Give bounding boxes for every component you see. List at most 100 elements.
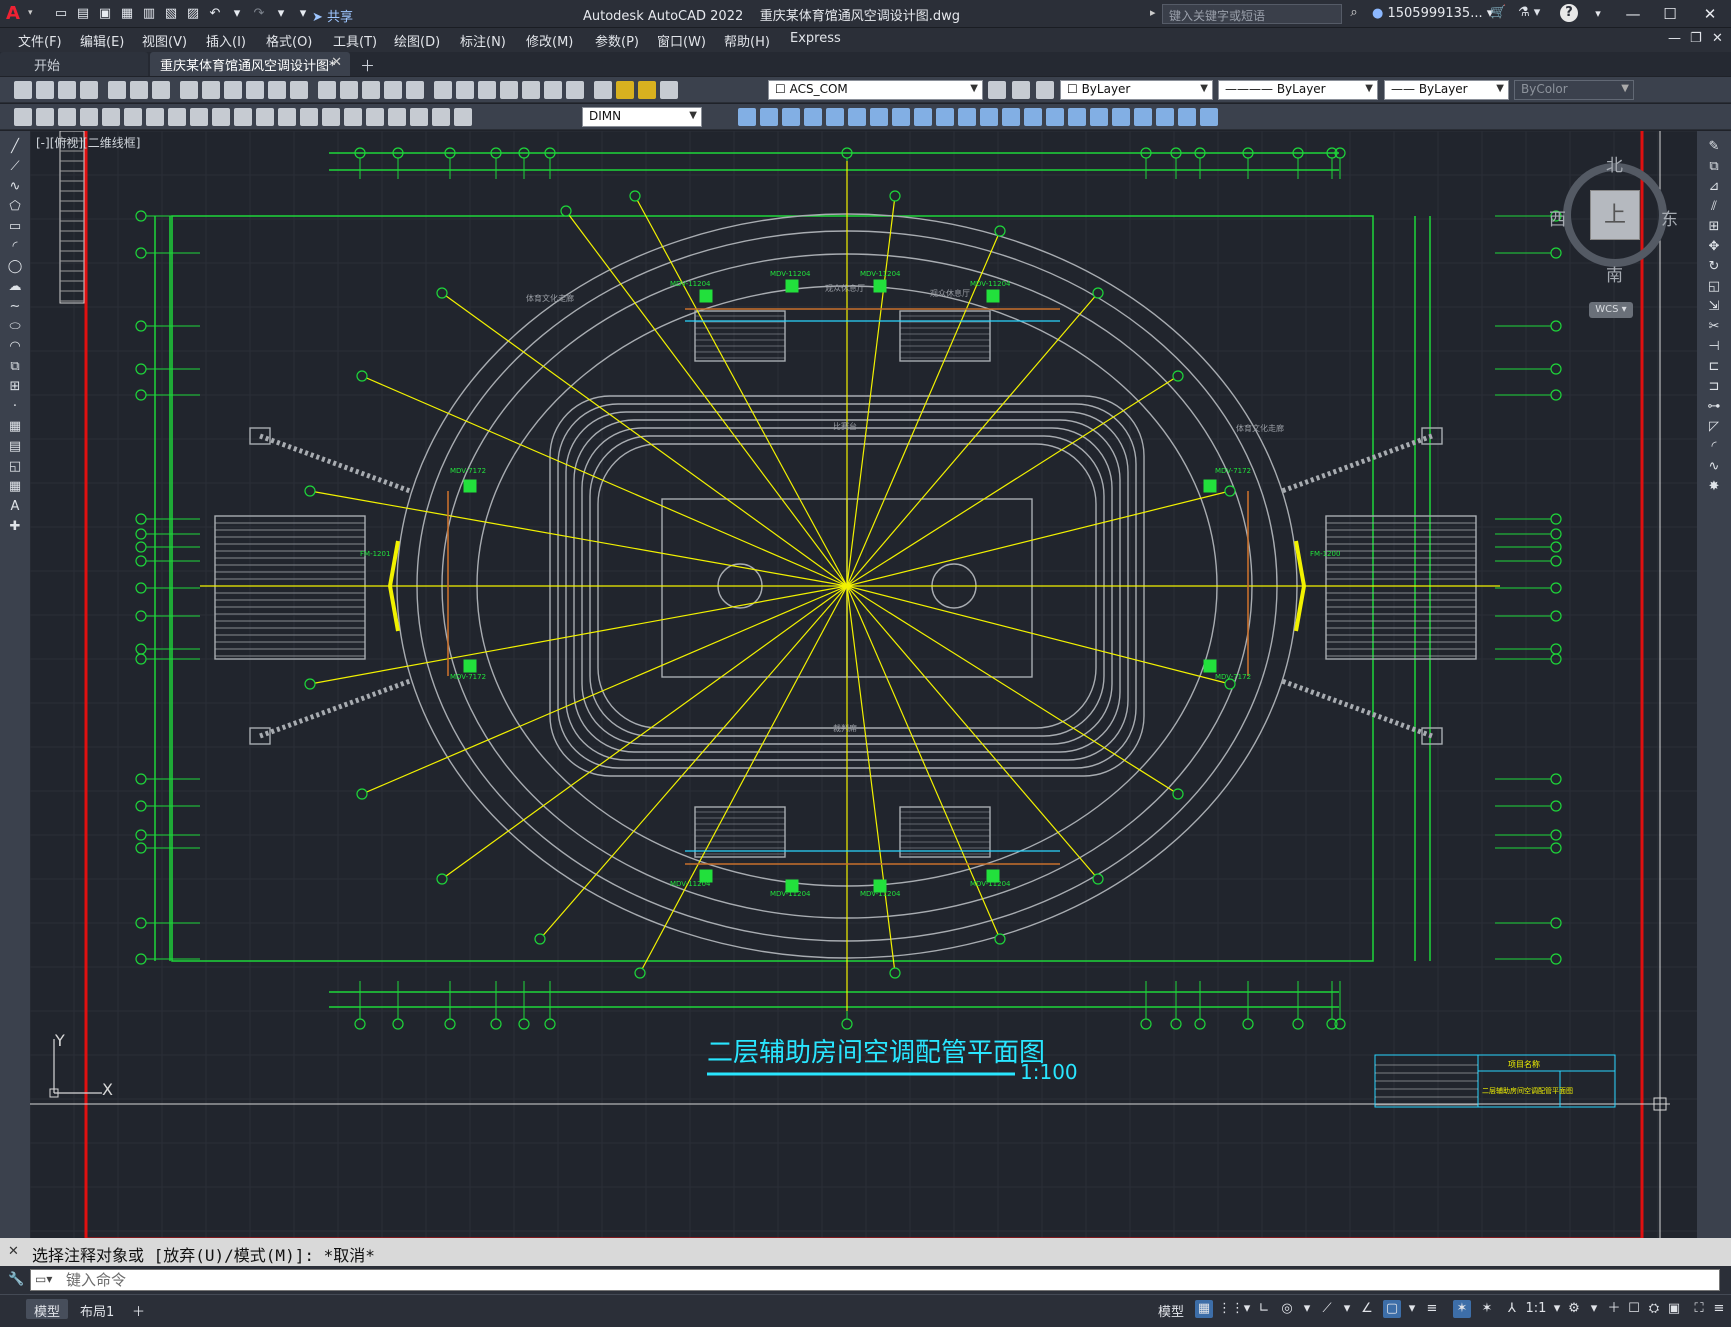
join-icon[interactable] xyxy=(1046,108,1064,126)
dim-angular-icon[interactable] xyxy=(190,108,208,126)
view-cube[interactable]: 上 北 南 西 东 xyxy=(1549,155,1678,286)
open-icon[interactable]: ▤ xyxy=(74,5,92,23)
close-command-icon[interactable]: ✕ xyxy=(8,1244,19,1259)
object-snap-icon[interactable]: ▢ xyxy=(1383,1300,1401,1318)
quickcalc-icon[interactable] xyxy=(544,81,562,99)
wcs-menu[interactable]: WCS ▾ xyxy=(1589,302,1633,318)
save-icon[interactable]: ▣ xyxy=(96,5,114,23)
dim-text-edit-icon[interactable] xyxy=(432,108,450,126)
save-web-icon[interactable]: ▧ xyxy=(162,5,180,23)
ellipse-icon[interactable]: ⬭ xyxy=(7,319,23,335)
close-tab-icon[interactable]: ✕ xyxy=(331,55,342,70)
new-icon[interactable]: ▭ xyxy=(52,5,70,23)
dim-update-icon[interactable] xyxy=(454,108,472,126)
menu-express[interactable]: Express xyxy=(790,31,841,46)
multiline-text-icon[interactable]: A xyxy=(7,499,23,515)
open-web-icon[interactable]: ▥ xyxy=(140,5,158,23)
tab-model[interactable]: 模型 xyxy=(26,1299,69,1320)
fillet-icon[interactable]: ◜ xyxy=(1706,439,1722,455)
redo-icon[interactable]: ↷ xyxy=(250,5,268,23)
insert-block-icon[interactable]: ⧉ xyxy=(7,359,23,375)
annotation-visibility-icon[interactable]: ✶ xyxy=(1453,1300,1471,1318)
layer-properties-icon[interactable] xyxy=(594,81,612,99)
dim-continue-icon[interactable] xyxy=(256,108,274,126)
command-prompt-icon[interactable]: ▭▾ xyxy=(35,1272,52,1286)
copy-icon[interactable] xyxy=(826,108,844,126)
view-cube-top-face[interactable]: 上 xyxy=(1590,190,1640,240)
workspace-icon[interactable]: ⚙ xyxy=(1565,1300,1583,1318)
quick-properties-icon[interactable]: ⛭ xyxy=(1645,1300,1663,1318)
search-expand-icon[interactable]: ▸ xyxy=(1150,6,1156,19)
break-icon[interactable]: ⊐ xyxy=(1706,379,1722,395)
dim-space-icon[interactable] xyxy=(278,108,296,126)
stretch-icon[interactable]: ⇲ xyxy=(1706,299,1722,315)
copy-icon[interactable] xyxy=(202,81,220,99)
doc-close-button[interactable]: ✕ xyxy=(1712,31,1723,46)
dim-ordinate-icon[interactable] xyxy=(102,108,120,126)
undo-icon[interactable] xyxy=(290,81,308,99)
make-block-icon[interactable]: ⊞ xyxy=(7,379,23,395)
dim-diameter-icon[interactable] xyxy=(168,108,186,126)
redo-dropdown-icon[interactable]: ▾ xyxy=(272,5,290,23)
isolate-objects-icon[interactable]: ▣ xyxy=(1665,1300,1683,1318)
mirror-icon[interactable]: ⊿ xyxy=(1706,179,1722,195)
dim-arc-icon[interactable] xyxy=(80,108,98,126)
menu-insert[interactable]: 插入(I) xyxy=(206,31,246,50)
chamfer-icon[interactable] xyxy=(1068,108,1086,126)
search-input[interactable]: 键入关键字或短语 xyxy=(1162,4,1342,24)
trim-icon[interactable] xyxy=(980,108,998,126)
viewport-controls[interactable]: [-][俯视][二维线框] xyxy=(36,134,140,151)
layer-freeze-icon[interactable] xyxy=(638,81,656,99)
polygon-icon[interactable]: ⬠ xyxy=(7,199,23,215)
design-center-icon[interactable] xyxy=(456,81,474,99)
inspect-icon[interactable] xyxy=(366,108,384,126)
cart-icon[interactable]: 🛒 xyxy=(1490,5,1506,20)
rectangle-icon[interactable]: ▭ xyxy=(7,219,23,235)
rotate-icon[interactable]: ↻ xyxy=(1706,259,1722,275)
center-mark-icon[interactable] xyxy=(344,108,362,126)
dim-jogged-icon[interactable] xyxy=(146,108,164,126)
tolerance-icon[interactable] xyxy=(322,108,340,126)
auto-scale-icon[interactable]: ✶ xyxy=(1478,1300,1496,1318)
explode-icon[interactable]: ✸ xyxy=(1706,479,1722,495)
offset-icon[interactable]: ⫽ xyxy=(1706,199,1722,215)
compass-east[interactable]: 东 xyxy=(1661,205,1678,230)
compass-south[interactable]: 南 xyxy=(1606,261,1623,286)
command-input[interactable] xyxy=(30,1269,1720,1291)
break-at-point-icon[interactable]: ⊏ xyxy=(1706,359,1722,375)
properties-icon[interactable] xyxy=(434,81,452,99)
zoom-previous-icon[interactable] xyxy=(406,81,424,99)
offset-icon[interactable] xyxy=(870,108,888,126)
layer-match-icon[interactable] xyxy=(988,81,1006,99)
menu-window[interactable]: 窗口(W) xyxy=(657,31,706,50)
new-tab-icon[interactable]: ＋ xyxy=(360,55,375,76)
polar-dropdown-icon[interactable]: ▾ xyxy=(1298,1300,1316,1318)
layer-previous-icon[interactable] xyxy=(1012,81,1030,99)
scale-dropdown-icon[interactable]: ▾ xyxy=(1548,1300,1566,1318)
annotation-monitor-icon[interactable]: ＋ xyxy=(1605,1300,1623,1318)
dim-linear-icon[interactable] xyxy=(36,108,54,126)
doc-minimize-button[interactable]: — xyxy=(1668,31,1681,46)
jogged-linear-icon[interactable] xyxy=(388,108,406,126)
publish-icon[interactable] xyxy=(130,81,148,99)
annotation-scale-icon[interactable]: ⅄ xyxy=(1503,1300,1521,1318)
group-icon[interactable] xyxy=(1134,108,1152,126)
drawing-canvas[interactable]: MDV-11204 MDV-11204 MDV-11204 MDV-11204 MDV-… xyxy=(30,131,1697,1238)
mirror-icon[interactable] xyxy=(848,108,866,126)
menu-parametric[interactable]: 参数(P) xyxy=(595,31,639,50)
add-layout-icon[interactable]: ＋ xyxy=(124,1299,153,1320)
save-as-icon[interactable]: ▦ xyxy=(118,5,136,23)
help-dropdown-icon[interactable]: ▾ xyxy=(1583,2,1613,26)
doc-restore-button[interactable]: ❐ xyxy=(1690,31,1702,46)
trim-icon[interactable]: ✂ xyxy=(1706,319,1722,335)
explode-icon[interactable] xyxy=(1112,108,1130,126)
layer-walk-icon[interactable] xyxy=(760,108,778,126)
dim-break-icon[interactable] xyxy=(300,108,318,126)
zoom-realtime-icon[interactable] xyxy=(362,81,380,99)
customize-status-icon[interactable]: ≡ xyxy=(1710,1300,1728,1318)
app-menu-caret-icon[interactable]: ▾ xyxy=(28,8,33,18)
share-button[interactable]: ➤ 共享 xyxy=(312,6,353,25)
scale-value[interactable]: 1:1 xyxy=(1524,1300,1548,1318)
lineweight-combo[interactable]: —— ByLayer ▼ xyxy=(1384,80,1509,100)
menu-draw[interactable]: 绘图(D) xyxy=(394,31,440,50)
